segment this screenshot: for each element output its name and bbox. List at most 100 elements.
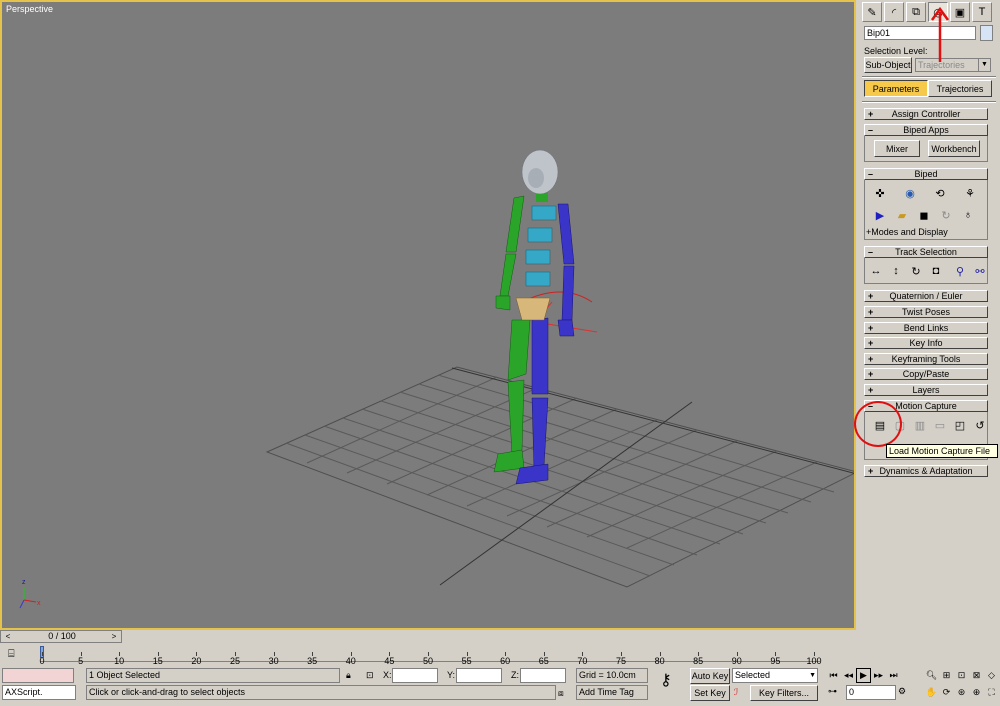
key-icon[interactable]: ⚷	[660, 673, 672, 689]
time-configuration-icon[interactable]: ⚙	[898, 685, 906, 698]
rollout-key-info[interactable]: + Key Info	[864, 337, 988, 349]
modes-and-display-label[interactable]: +Modes and Display	[866, 226, 948, 239]
body-horizontal-icon[interactable]: ↔	[866, 262, 886, 280]
rollout-layers[interactable]: + Layers	[864, 384, 988, 396]
batch-file-conversion-icon[interactable]: ↺	[970, 416, 990, 434]
tooltip: Load Motion Capture File	[886, 444, 998, 458]
zoom-icon[interactable]: 🔍︎	[924, 668, 939, 683]
biped-right-hand	[557, 319, 575, 337]
time-slider-next[interactable]: >	[108, 631, 120, 642]
biped-pelvis	[515, 297, 551, 321]
rollout-twist-poses[interactable]: + Twist Poses	[864, 306, 988, 318]
set-key-button[interactable]: Set Key	[690, 685, 730, 701]
rollout-biped[interactable]: – Biped	[864, 168, 988, 180]
time-slider[interactable]: < 0 / 100 >	[0, 630, 122, 643]
modify-tab-icon[interactable]: ◜	[884, 2, 904, 22]
rollout-label: Keyframing Tools	[891, 354, 961, 364]
figure-mode-icon[interactable]: ✜	[870, 184, 890, 202]
key-mode-icon[interactable]: ⊶	[828, 685, 837, 698]
z-coordinate-field[interactable]	[520, 668, 566, 683]
display-tab-icon[interactable]: ▣	[950, 2, 970, 22]
biped-spine-1	[525, 271, 551, 287]
lock-icon[interactable]: 🔒︎	[346, 669, 351, 682]
lock-cob-icon[interactable]: ◘	[926, 262, 946, 280]
key-filters-button[interactable]: Key Filters...	[750, 685, 818, 701]
workbench-button[interactable]: Workbench	[928, 140, 980, 157]
save-file-icon[interactable]: ◼	[914, 206, 934, 224]
divider	[862, 101, 996, 103]
parameters-tab[interactable]: Parameters	[864, 80, 928, 97]
auto-key-button[interactable]: Auto Key	[690, 668, 730, 684]
footstep-mode-icon[interactable]: ◉	[900, 184, 920, 202]
rollout-keyframing-tools[interactable]: + Keyframing Tools	[864, 353, 988, 365]
object-color-swatch[interactable]	[980, 25, 993, 41]
perspective-viewport[interactable]: Perspective z x	[0, 0, 856, 630]
pan-icon[interactable]: ✋	[924, 685, 939, 700]
go-to-start-icon[interactable]: ⏮	[826, 668, 841, 683]
selected-dropdown[interactable]: Selected ▼	[732, 668, 818, 683]
orbit-icon[interactable]: ⊕	[969, 685, 984, 700]
maxscript-listener-top[interactable]	[2, 668, 74, 683]
current-frame-field[interactable]: 0	[846, 685, 896, 700]
zoom-all-icon[interactable]: ⊞	[939, 668, 954, 683]
key-filter-curve-icon[interactable]: ℐ	[734, 686, 738, 699]
maximize-viewport-icon[interactable]: ⛶	[984, 685, 999, 700]
add-time-tag[interactable]: Add Time Tag	[576, 685, 648, 700]
mixer-mode-icon[interactable]: ⚘	[960, 184, 980, 202]
mixer-button[interactable]: Mixer	[874, 140, 920, 157]
maxscript-listener[interactable]: AXScript.	[2, 685, 76, 700]
time-tag-icon[interactable]: ⧈	[558, 687, 564, 700]
x-coordinate-field[interactable]	[392, 668, 438, 683]
rollout-assign-controller[interactable]: + Assign Controller	[864, 108, 988, 120]
rollout-label: Track Selection	[895, 247, 957, 257]
rollout-track-selection[interactable]: – Track Selection	[864, 246, 988, 258]
red-arrow-icon	[930, 6, 950, 62]
symmetrical-icon[interactable]: ⚲	[950, 262, 970, 280]
absolute-mode-icon[interactable]: ⊡	[366, 669, 374, 682]
track-bar-toggle-icon[interactable]: ⌸	[8, 648, 15, 661]
next-frame-icon[interactable]: ▸▸	[871, 668, 886, 683]
rollout-quaternion-euler[interactable]: + Quaternion / Euler	[864, 290, 988, 302]
show-buffer-trajectory-icon[interactable]: ◰	[950, 416, 970, 434]
track-bar[interactable]: ⌸ 0 5 10 15 20 25 30 35 40 45 50 55 60 65 70 75 80 85 90 95…	[0, 644, 860, 670]
playback-icon[interactable]: ▶	[870, 206, 890, 224]
body-vertical-icon[interactable]: ↕	[886, 262, 906, 280]
zoom-extents-all-icon[interactable]: ⊠	[969, 668, 984, 683]
load-file-icon[interactable]: ▰	[892, 206, 912, 224]
move-all-mode-icon[interactable]: ♁	[958, 206, 978, 224]
convert-icon[interactable]: ↻	[936, 206, 956, 224]
go-to-end-icon[interactable]: ⏭	[886, 668, 901, 683]
walkthrough-icon[interactable]: ⊛	[954, 685, 969, 700]
z-label: Z:	[511, 670, 519, 680]
arc-rotate-icon[interactable]: ⟳	[939, 685, 954, 700]
opposite-icon[interactable]: ⚯	[970, 262, 990, 280]
trajectories-tab[interactable]: Trajectories	[928, 80, 992, 97]
scene-canvas[interactable]: z x	[2, 2, 854, 628]
field-of-view-icon[interactable]: ◇	[984, 668, 999, 683]
rollout-dynamics-adaptation[interactable]: + Dynamics & Adaptation	[864, 465, 988, 477]
rollout-copy-paste[interactable]: + Copy/Paste	[864, 368, 988, 380]
time-slider-prev[interactable]: <	[2, 631, 14, 642]
create-tab-icon[interactable]: ✎	[862, 2, 882, 22]
biped-left-hand	[495, 295, 511, 311]
zoom-extents-icon[interactable]: ⊡	[954, 668, 969, 683]
previous-frame-icon[interactable]: ◂◂	[841, 668, 856, 683]
play-icon[interactable]: ▶	[856, 668, 871, 683]
time-slider-value[interactable]: 0 / 100	[15, 631, 109, 642]
hierarchy-tab-icon[interactable]: ⧉	[906, 2, 926, 22]
rollout-biped-apps[interactable]: – Biped Apps	[864, 124, 988, 136]
track-tick-label: 10	[114, 656, 125, 666]
utilities-tab-icon[interactable]: T	[972, 2, 992, 22]
sub-object-button[interactable]: Sub-Object	[864, 57, 912, 73]
rollout-bend-links[interactable]: + Bend Links	[864, 322, 988, 334]
motion-flow-icon[interactable]: ⟲	[930, 184, 950, 202]
show-buffer-icon[interactable]: ▭	[930, 416, 950, 434]
chevron-down-icon: ▼	[809, 672, 816, 679]
object-name-field[interactable]: Bip01	[864, 26, 976, 40]
y-label: Y:	[447, 670, 456, 680]
paste-from-buffer-icon[interactable]: ▥	[910, 416, 930, 434]
y-coordinate-field[interactable]	[456, 668, 502, 683]
body-rotation-icon[interactable]: ↻	[906, 262, 926, 280]
biped-left-calf	[507, 379, 525, 455]
sub-object-dropdown[interactable]: Trajectories ▼	[915, 58, 991, 72]
